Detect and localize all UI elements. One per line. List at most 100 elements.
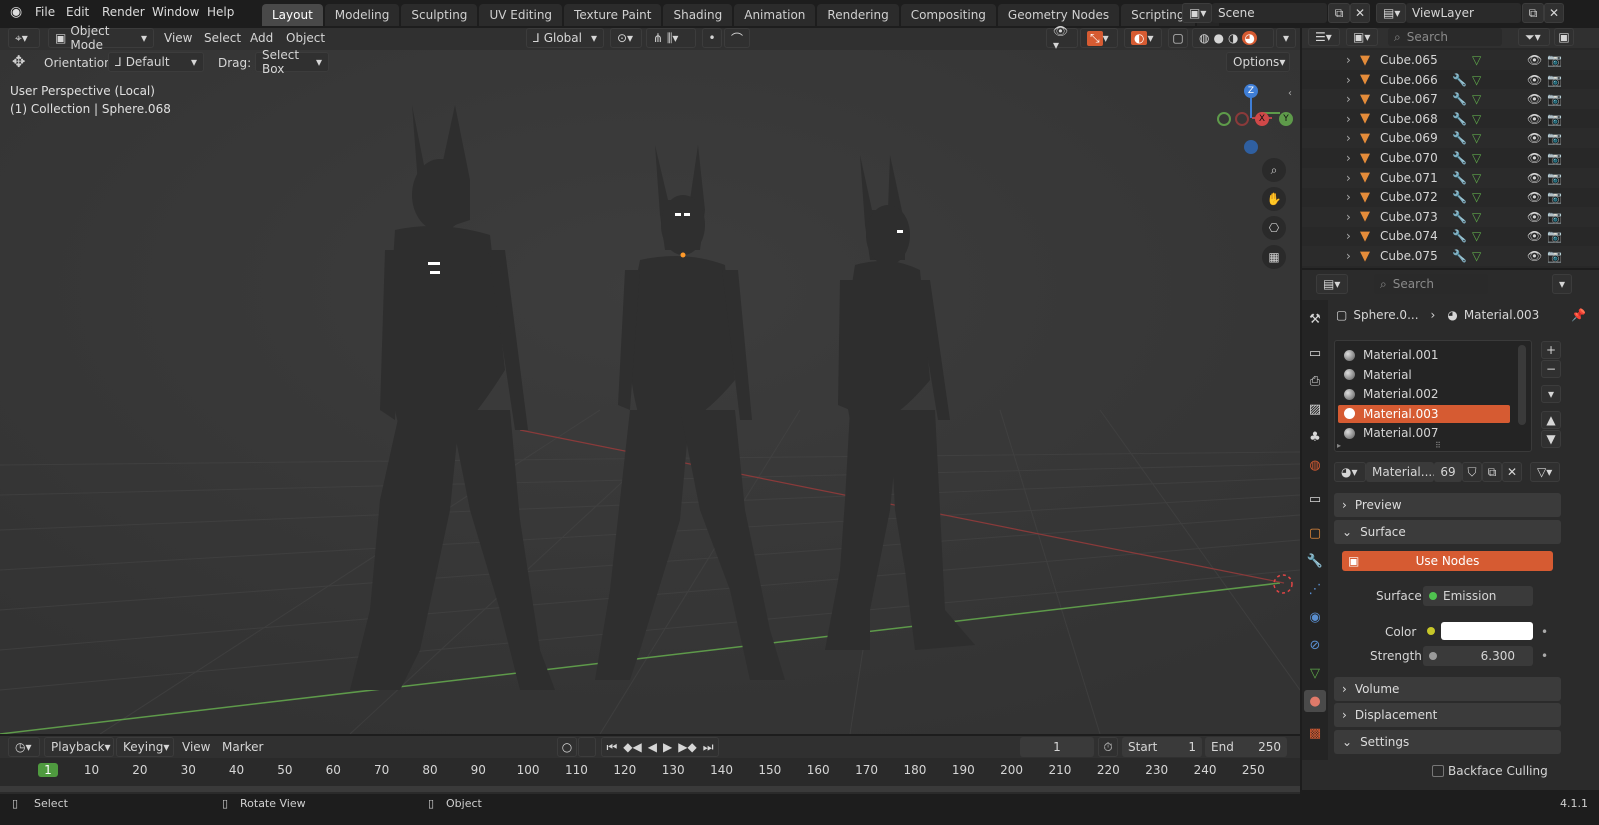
camera-icon[interactable]: 📷 (1547, 210, 1562, 224)
perspective-toggle-icon[interactable]: ▦ (1262, 245, 1286, 269)
outliner-row[interactable]: › ▼ Cube.068 🔧 ▽ 👁 📷 (1302, 109, 1599, 129)
camera-icon[interactable]: 📷 (1547, 112, 1562, 126)
mesh-data-icon[interactable]: ▽ (1472, 92, 1481, 106)
auto-keying-icon[interactable]: ○ (557, 737, 577, 757)
modifier-icon[interactable]: 🔧 (1452, 210, 1467, 224)
tool-tab-icon[interactable]: ⚒ (1304, 308, 1326, 330)
editor-type-icon[interactable]: ⌖▾ (8, 28, 40, 48)
expand-arrow-icon[interactable]: › (1346, 171, 1351, 185)
render-tab-icon[interactable]: ▭ (1304, 342, 1326, 364)
eye-icon[interactable]: 👁 (1527, 112, 1542, 126)
camera-icon[interactable]: 📷 (1547, 171, 1562, 185)
timeline-menu-view[interactable]: View (182, 740, 210, 754)
expand-arrow-icon[interactable]: › (1346, 151, 1351, 165)
new-collection-icon[interactable]: ▣ (1554, 28, 1574, 46)
object-name[interactable]: Cube.065 (1380, 53, 1438, 67)
camera-view-icon[interactable]: ⎔ (1262, 216, 1286, 240)
mesh-data-icon[interactable]: ▽ (1472, 112, 1481, 126)
mesh-data-icon[interactable]: ▽ (1472, 210, 1481, 224)
data-tab-icon[interactable]: ▽ (1304, 662, 1326, 684)
object-name[interactable]: Cube.068 (1380, 112, 1438, 126)
pivot-icon[interactable]: ⊙▾ (610, 28, 642, 48)
panel-settings[interactable]: ⌄ Settings (1334, 730, 1561, 754)
object-name[interactable]: Cube.074 (1380, 229, 1438, 243)
object-name[interactable]: Cube.066 (1380, 73, 1438, 87)
view-layer-tab-icon[interactable]: ▨ (1304, 398, 1326, 420)
outliner-row[interactable]: › ▼ Cube.073 🔧 ▽ 👁 📷 (1302, 206, 1599, 227)
expand-arrow-icon[interactable]: › (1346, 112, 1351, 126)
close-view-layer-icon[interactable]: ✕ (1544, 3, 1564, 23)
object-name[interactable]: Cube.070 (1380, 151, 1438, 165)
modifier-icon[interactable]: 🔧 (1452, 92, 1467, 106)
stopwatch-icon[interactable]: ⏱ (1098, 737, 1118, 757)
modifier-icon[interactable]: 🔧 (1452, 151, 1467, 165)
view-layer-type-icon[interactable]: ▤▾ (1376, 3, 1406, 23)
eye-icon[interactable]: 👁 (1527, 92, 1542, 106)
constraints-tab-icon[interactable]: ⊘ (1304, 634, 1326, 656)
xray-icon[interactable]: ▢ (1168, 28, 1188, 48)
scene-type-icon[interactable]: ▣▾ (1182, 3, 1212, 23)
modifier-icon[interactable]: 🔧 (1452, 73, 1467, 87)
object-name[interactable]: Cube.067 (1380, 92, 1438, 106)
tab-animation[interactable]: Animation (734, 4, 816, 26)
expand-arrow-icon[interactable]: › (1346, 190, 1351, 204)
scene-tab-icon[interactable]: ♣ (1304, 426, 1326, 448)
view-layer-field[interactable]: ViewLayer (1406, 3, 1521, 23)
play-reverse-icon[interactable]: ◀ (648, 740, 657, 754)
tab-texture-paint[interactable]: Texture Paint (564, 4, 662, 26)
material-slot[interactable]: Material (1338, 366, 1510, 384)
mesh-data-icon[interactable]: ▽ (1472, 73, 1481, 87)
falloff-icon[interactable]: ⌒ (724, 28, 750, 48)
current-frame-marker[interactable]: 1 (38, 763, 58, 777)
playback-dropdown[interactable]: Playback ▾ (44, 737, 114, 757)
rendered-shading-icon[interactable]: ◕ (1242, 31, 1257, 45)
material-slot[interactable]: Material.001 (1338, 346, 1510, 364)
keyframe-dot-icon[interactable]: • (1541, 649, 1548, 663)
mesh-data-icon[interactable]: ▽ (1472, 171, 1481, 185)
material-slot[interactable]: Material.002 (1338, 385, 1510, 403)
panel-volume[interactable]: › Volume (1334, 677, 1561, 701)
expand-arrow-icon[interactable]: › (1346, 73, 1351, 87)
camera-icon[interactable]: 📷 (1547, 229, 1562, 243)
modifier-icon[interactable]: 🔧 (1452, 131, 1467, 145)
z-axis-handle[interactable]: Z (1244, 84, 1258, 98)
options-dropdown[interactable]: Options ▾ (1226, 52, 1290, 72)
expand-arrow-icon[interactable]: › (1346, 53, 1351, 67)
modifier-icon[interactable]: 🔧 (1452, 229, 1467, 243)
object-name[interactable]: Cube.072 (1380, 190, 1438, 204)
modifier-icon[interactable]: 🔧 (1452, 171, 1467, 185)
eye-icon[interactable]: 👁 (1527, 190, 1542, 204)
outliner-row[interactable]: › ▼ Cube.069 🔧 ▽ 👁 📷 (1302, 128, 1599, 149)
menu-view[interactable]: View (164, 31, 192, 45)
eye-icon[interactable]: 👁 (1527, 249, 1542, 263)
outliner-editor-type-icon[interactable]: ☰▾ (1308, 28, 1340, 46)
expand-triangle-icon[interactable]: ▸ (1337, 441, 1341, 450)
outliner-row[interactable]: › ▼ Cube.067 🔧 ▽ 👁 📷 (1302, 89, 1599, 110)
tab-compositing[interactable]: Compositing (900, 4, 996, 26)
play-icon[interactable]: ▶ (663, 740, 672, 754)
neg-x-axis-handle[interactable] (1235, 112, 1249, 126)
strength-field[interactable]: 6.300 (1423, 646, 1533, 666)
menu-edit[interactable]: Edit (66, 5, 89, 19)
properties-editor-type-icon[interactable]: ▤▾ (1316, 274, 1348, 294)
mesh-data-icon[interactable]: ▽ (1472, 151, 1481, 165)
prev-keyframe-icon[interactable]: ◆◀ (623, 740, 641, 754)
scene-field[interactable]: Scene (1212, 3, 1327, 23)
zoom-icon[interactable]: ⌕ (1262, 158, 1286, 182)
tab-rendering[interactable]: Rendering (817, 4, 899, 26)
camera-icon[interactable]: 📷 (1547, 131, 1562, 145)
outliner-row[interactable]: › ▼ Cube.075 🔧 ▽ 👁 📷 (1302, 246, 1599, 266)
overlay-toggle-icon[interactable]: ◐ ▾ (1124, 28, 1162, 48)
x-axis-handle[interactable]: X (1255, 112, 1269, 126)
modifier-icon[interactable]: 🔧 (1452, 190, 1467, 204)
browse-material-icon[interactable]: ◕▾ (1334, 462, 1366, 482)
keying-set-icon[interactable] (578, 737, 596, 757)
eye-icon[interactable]: 👁 (1527, 171, 1542, 185)
slot-list-scrollbar[interactable] (1518, 345, 1526, 425)
panel-preview[interactable]: › Preview (1334, 493, 1561, 517)
material-name-field[interactable]: Material.... (1366, 462, 1436, 482)
orientation-dropdown[interactable]: ⅃ Default ▾ (108, 52, 204, 72)
tab-shading[interactable]: Shading (663, 4, 733, 26)
mesh-data-icon[interactable]: ▽ (1472, 190, 1481, 204)
tab-layout[interactable]: Layout (262, 4, 323, 26)
